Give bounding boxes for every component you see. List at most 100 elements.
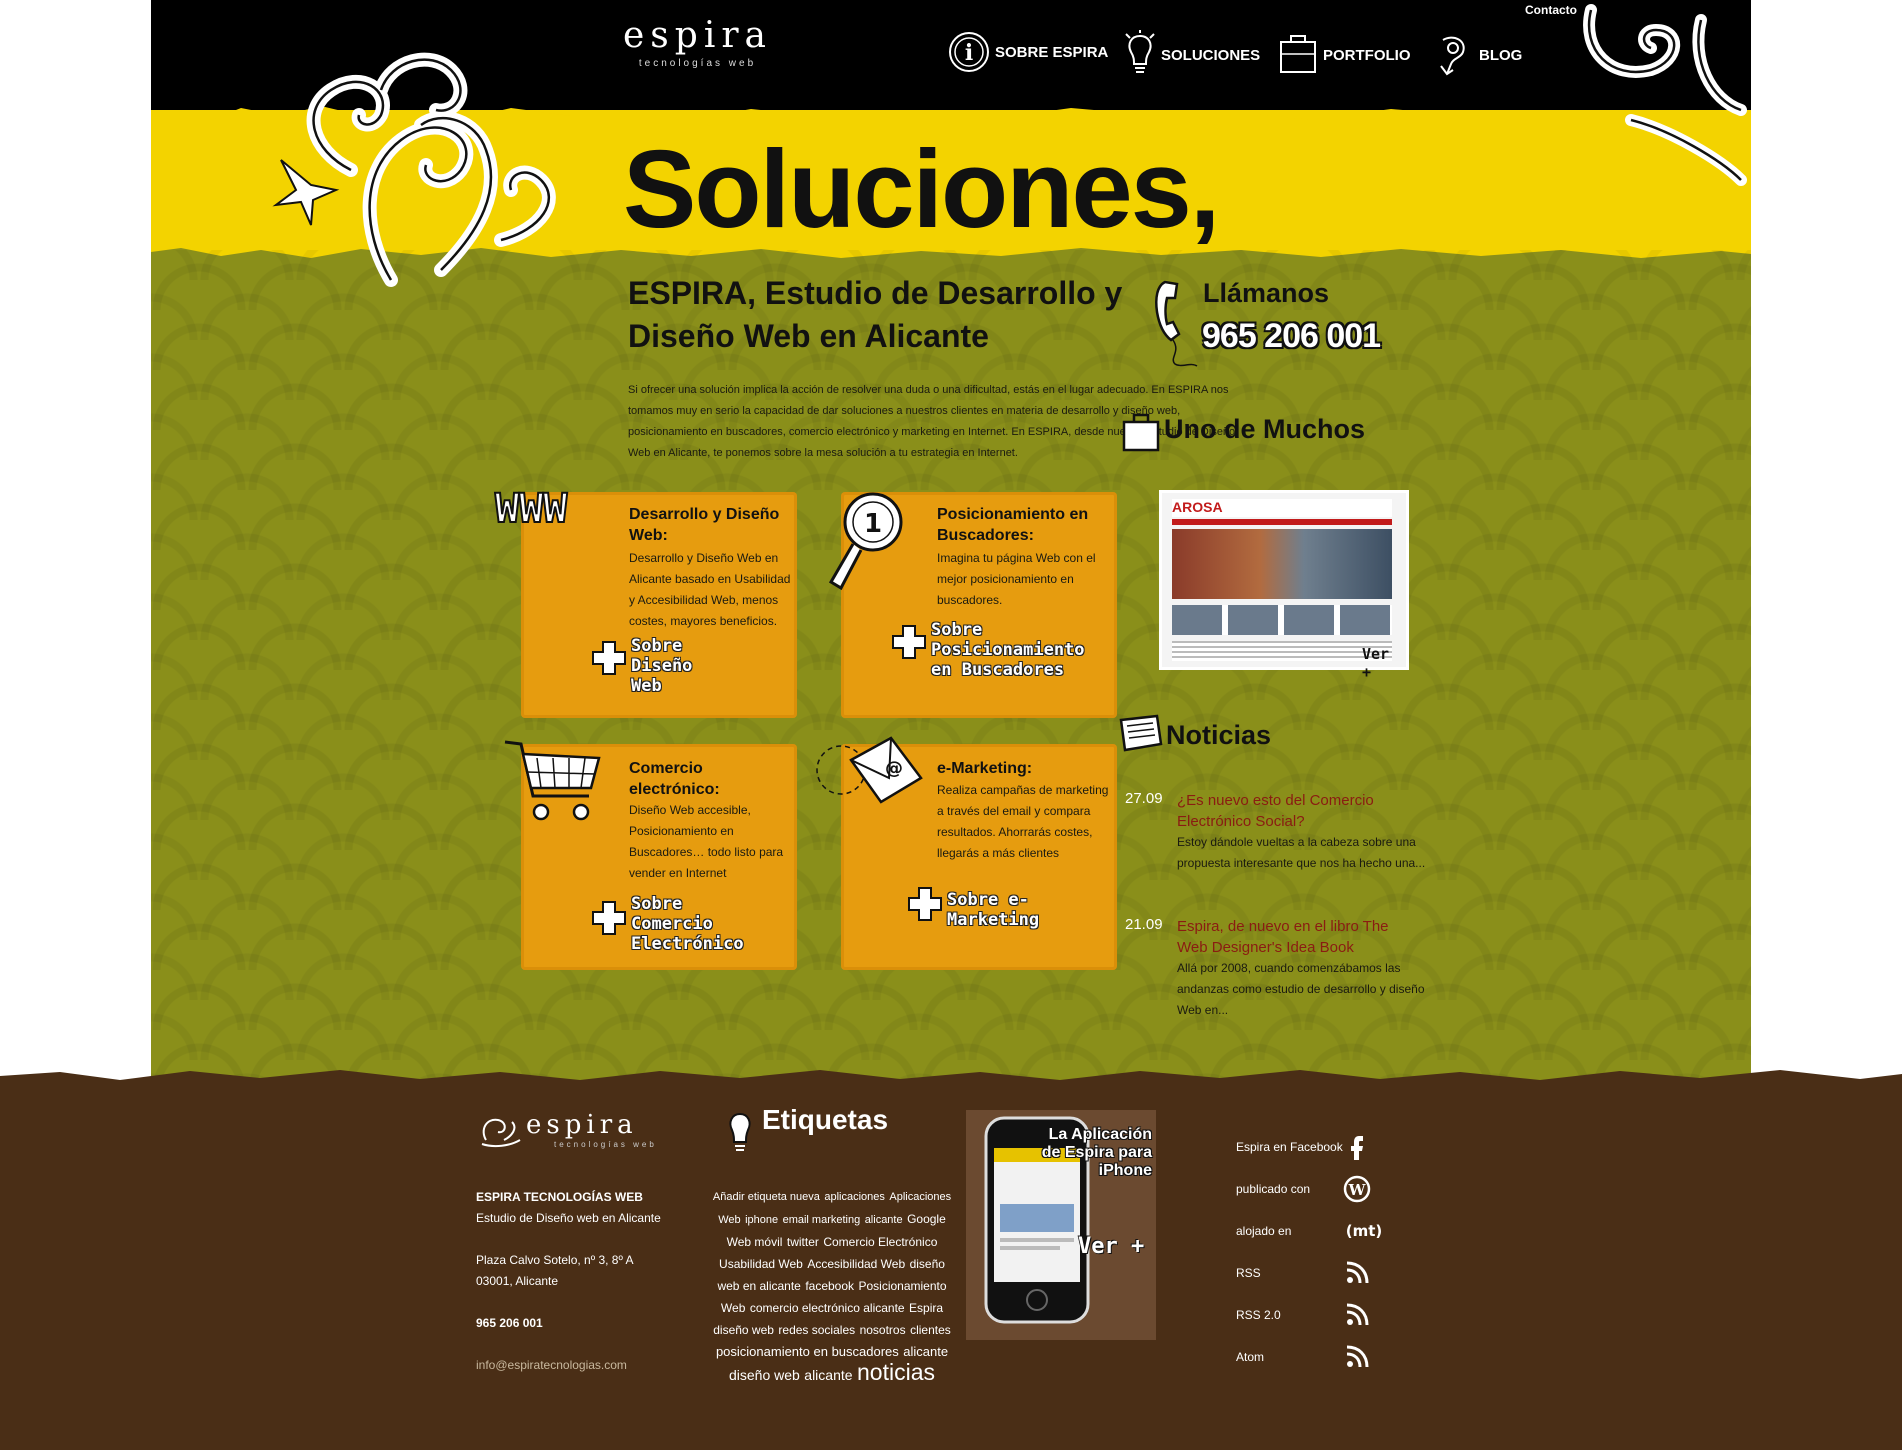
social-label: publicado con [1236, 1182, 1311, 1196]
thumb-nav [1172, 519, 1392, 525]
social-atom-link[interactable]: Atom [1236, 1340, 1396, 1374]
tag-link[interactable]: Web móvil [727, 1235, 783, 1249]
plus-icon [892, 625, 926, 659]
tag-link[interactable]: alicante [865, 1214, 903, 1226]
tag-link[interactable]: alicante [804, 1367, 852, 1383]
tag-cloud: Añadir etiqueta nueva aplicaciones Aplic… [712, 1185, 952, 1386]
footer-logo[interactable]: espira tecnologías web [476, 1110, 657, 1149]
nav-blog[interactable]: BLOG [1433, 30, 1522, 80]
tag-link[interactable]: nosotros [860, 1323, 906, 1337]
swirl-logo-icon [481, 1118, 521, 1148]
news-title-link[interactable]: ¿Es nuevo esto del Comercio Electrónico … [1177, 790, 1407, 832]
news-date: 21.09 [1125, 916, 1163, 933]
tag-link[interactable]: clientes [910, 1323, 951, 1337]
iphone-promo-title: La Aplicación de Espira para iPhone [1041, 1126, 1152, 1179]
tag-link[interactable]: Comercio Electrónico [823, 1235, 937, 1249]
nav-sobre-espira[interactable]: i SOBRE ESPIRA [947, 30, 1108, 74]
svg-text:W: W [1348, 1181, 1367, 1199]
contact-link[interactable]: Contacto [1525, 3, 1577, 17]
page-title: Soluciones, [623, 128, 1220, 251]
social-label: Espira en Facebook [1236, 1140, 1343, 1154]
logo-tagline: tecnologías web [638, 58, 757, 69]
call-heading: Llámanos [1203, 278, 1330, 308]
tag-link[interactable]: diseño web [729, 1367, 800, 1383]
nav-soluciones[interactable]: SOLUCIONES [1123, 30, 1260, 80]
nav-label: BLOG [1479, 46, 1523, 64]
social-hosting-link[interactable]: alojado en (mt) [1236, 1214, 1396, 1248]
tag-link[interactable]: Accesibilidad Web [807, 1257, 905, 1271]
tag-link[interactable]: Espira [909, 1301, 943, 1315]
service-title: Posicionamiento en Buscadores: [937, 506, 1089, 544]
tag-link[interactable]: facebook [805, 1279, 854, 1293]
service-desc: Realiza campañas de marketing a través d… [937, 783, 1109, 860]
thumb-text [1172, 641, 1392, 661]
tag-link[interactable]: email marketing [783, 1214, 861, 1226]
www-icon: WWW [494, 486, 569, 530]
news-item: 27.09 ¿Es nuevo esto del Comercio Electr… [1125, 790, 1425, 900]
service-more-link[interactable]: Sobre Posicionamiento en Buscadores [931, 620, 1101, 680]
news-title-link[interactable]: Espira, de nuevo en el libro The Web Des… [1177, 916, 1407, 958]
tag-link[interactable]: Añadir etiqueta nueva [713, 1191, 820, 1203]
plus-icon [592, 641, 626, 675]
footer-phone: 965 206 001 [476, 1316, 543, 1330]
service-more-link[interactable]: Sobre Comercio Electrónico [631, 894, 761, 954]
logo-name: espira [623, 15, 773, 56]
svg-text:@: @ [885, 758, 903, 779]
svg-text:(mt): (mt) [1346, 1222, 1383, 1240]
tag-link[interactable]: noticias [857, 1359, 935, 1385]
news-excerpt: Allá por 2008, cuando comenzábamos las a… [1177, 961, 1425, 1017]
intro-heading-text: Estudio de [756, 275, 938, 311]
service-more-link[interactable]: Sobre e-Marketing [947, 890, 1097, 930]
logo[interactable]: espira tecnologías web [623, 15, 773, 70]
service-desc: Imagina tu página Web con el mejor posic… [937, 551, 1096, 607]
tag-link[interactable]: Usabilidad Web [719, 1257, 803, 1271]
phone-number: 965 206 001 [1202, 317, 1381, 355]
intro-heading-location: en Alicante [810, 318, 989, 354]
service-more-link[interactable]: Sobre Diseño Web [631, 636, 721, 696]
footer-edge [0, 1070, 1902, 1086]
portfolio-thumbnail[interactable]: AROSA Ver + [1159, 490, 1409, 681]
service-title: e-Marketing: [937, 760, 1033, 777]
svg-text:1: 1 [864, 509, 882, 539]
service-card-web: WWW Desarrollo y Diseño Web: Desarrollo … [494, 486, 797, 718]
tag-link[interactable]: aplicaciones [824, 1191, 885, 1203]
social-rss-link[interactable]: RSS [1236, 1256, 1396, 1290]
tag-link[interactable]: redes sociales [778, 1323, 855, 1337]
service-title: Desarrollo y Diseño Web: [629, 506, 780, 544]
social-label: RSS 2.0 [1236, 1308, 1281, 1322]
rss-icon [1346, 1303, 1369, 1326]
phone-icon [1155, 280, 1198, 367]
iphone-app-promo[interactable]: La Aplicación de Espira para iPhone Ver … [966, 1110, 1156, 1340]
tag-link[interactable]: iphone [745, 1214, 778, 1226]
footer-logo-tagline: tecnologías web [554, 1140, 657, 1149]
social-wordpress-link[interactable]: publicado con W [1236, 1172, 1396, 1206]
service-card-emarketing: @ e-Marketing: Realiza campañas de marke… [816, 736, 1117, 970]
tag-link[interactable]: diseño web [713, 1323, 774, 1337]
thumb-row [1172, 605, 1392, 635]
mediatemple-icon: (mt) [1346, 1222, 1383, 1240]
social-rss2-link[interactable]: RSS 2.0 [1236, 1298, 1396, 1332]
thumb-header: AROSA [1172, 499, 1392, 517]
tag-link[interactable]: comercio electrónico alicante [750, 1301, 905, 1315]
www-badge: WWW [495, 486, 568, 530]
nav-portfolio[interactable]: PORTFOLIO [1277, 30, 1411, 80]
plus-icon [592, 901, 626, 935]
portfolio-heading: Uno de Muchos [1164, 414, 1365, 444]
tag-link[interactable]: alicante [903, 1344, 948, 1359]
tag-link[interactable]: twitter [787, 1235, 819, 1249]
tag-link[interactable]: posicionamiento en buscadores [716, 1344, 899, 1359]
tag-link[interactable]: Google [907, 1212, 946, 1226]
shopping-cart-icon [504, 740, 601, 821]
megaphone-icon [1440, 36, 1465, 76]
newspaper-icon [1119, 714, 1163, 752]
iphone-promo-more: Ver + [1078, 1234, 1145, 1259]
footer-address-line2: 03001, Alicante [476, 1274, 559, 1288]
service-desc: Desarrollo y Diseño Web en Alicante basa… [629, 551, 791, 628]
footer-address-line1: Plaza Calvo Sotelo, nº 3, 8º A [476, 1253, 634, 1267]
footer-email-link[interactable]: info@espiratecnologias.com [476, 1358, 627, 1372]
tags-heading: Etiquetas [762, 1104, 889, 1135]
svg-text:i: i [965, 40, 973, 66]
plus-icon [908, 887, 942, 921]
lightbulb-icon [1125, 30, 1155, 73]
social-facebook-link[interactable]: Espira en Facebook [1236, 1130, 1396, 1164]
